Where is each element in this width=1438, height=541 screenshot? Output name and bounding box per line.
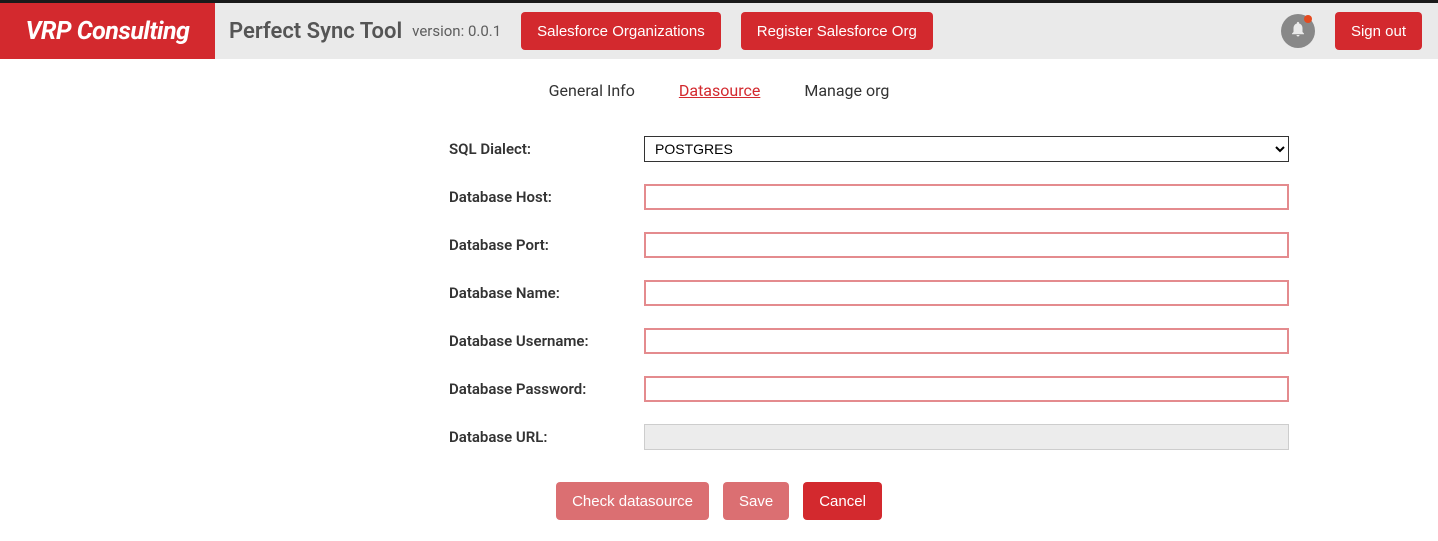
action-buttons: Check datasource Save Cancel bbox=[149, 482, 1289, 520]
tab-datasource[interactable]: Datasource bbox=[679, 81, 760, 100]
row-db-port: Database Port: bbox=[149, 232, 1289, 258]
logo-text: VRP Consulting bbox=[26, 17, 190, 46]
label-sql-dialect: SQL Dialect: bbox=[449, 140, 644, 158]
row-db-password: Database Password: bbox=[149, 376, 1289, 402]
sql-dialect-select[interactable]: POSTGRES bbox=[644, 136, 1289, 162]
db-url-input bbox=[644, 424, 1289, 450]
salesforce-orgs-button[interactable]: Salesforce Organizations bbox=[521, 12, 721, 50]
db-password-input[interactable] bbox=[644, 376, 1289, 402]
tabs: General Info Datasource Manage org bbox=[0, 59, 1438, 120]
db-name-input[interactable] bbox=[644, 280, 1289, 306]
label-db-url: Database URL: bbox=[449, 428, 644, 446]
notification-dot-icon bbox=[1304, 15, 1312, 23]
label-db-port: Database Port: bbox=[449, 236, 644, 254]
row-db-username: Database Username: bbox=[149, 328, 1289, 354]
label-db-host: Database Host: bbox=[449, 188, 644, 206]
label-db-name: Database Name: bbox=[449, 284, 644, 302]
datasource-form: SQL Dialect: POSTGRES Database Host: Dat… bbox=[149, 120, 1289, 536]
label-db-password: Database Password: bbox=[449, 380, 644, 398]
logo: VRP Consulting bbox=[0, 3, 215, 59]
cancel-button[interactable]: Cancel bbox=[803, 482, 882, 520]
app-title: Perfect Sync Tool bbox=[229, 19, 402, 44]
notifications-button[interactable] bbox=[1281, 14, 1315, 48]
tab-manage-org[interactable]: Manage org bbox=[804, 81, 889, 100]
sign-out-button[interactable]: Sign out bbox=[1335, 12, 1422, 50]
row-sql-dialect: SQL Dialect: POSTGRES bbox=[149, 136, 1289, 162]
header: VRP Consulting Perfect Sync Tool version… bbox=[0, 3, 1438, 59]
bell-icon bbox=[1289, 20, 1307, 42]
register-org-button[interactable]: Register Salesforce Org bbox=[741, 12, 933, 50]
row-db-host: Database Host: bbox=[149, 184, 1289, 210]
label-db-username: Database Username: bbox=[449, 332, 644, 350]
tab-general-info[interactable]: General Info bbox=[549, 81, 635, 100]
row-db-name: Database Name: bbox=[149, 280, 1289, 306]
version-label: version: 0.0.1 bbox=[412, 22, 501, 40]
row-db-url: Database URL: bbox=[149, 424, 1289, 450]
db-port-input[interactable] bbox=[644, 232, 1289, 258]
db-username-input[interactable] bbox=[644, 328, 1289, 354]
save-button[interactable]: Save bbox=[723, 482, 789, 520]
db-host-input[interactable] bbox=[644, 184, 1289, 210]
check-datasource-button[interactable]: Check datasource bbox=[556, 482, 709, 520]
